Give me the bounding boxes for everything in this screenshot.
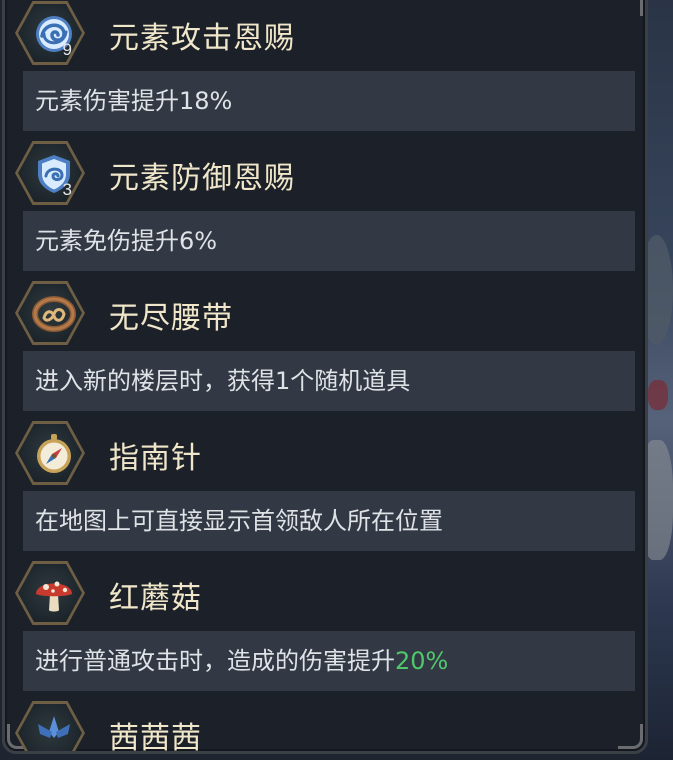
background-figure: [648, 380, 668, 410]
buff-description-highlight: 20%: [395, 647, 449, 675]
buff-icon-frame: 3: [15, 141, 85, 205]
buff-description: 进入新的楼层时，获得1个随机道具: [23, 351, 635, 411]
buff-title: 元素攻击恩赐: [109, 21, 295, 56]
buff-description-text: 元素免伤提升6%: [35, 227, 218, 255]
buff-description-text: 元素伤害提升18%: [35, 87, 233, 115]
red-mushroom-icon: [36, 581, 72, 612]
buff-list-panel[interactable]: 9 元素攻击恩赐 元素伤害提升18% 3 元素防御恩赐 元素免伤提升6% 无尽腰…: [2, 0, 648, 754]
buff-title: 无尽腰带: [109, 301, 233, 336]
buff-header: 9 元素攻击恩赐: [5, 0, 645, 71]
buff-item-element-defense[interactable]: 3 元素防御恩赐 元素免伤提升6%: [5, 139, 645, 271]
buff-header: 无尽腰带: [5, 279, 645, 351]
stack-count: 3: [62, 180, 72, 199]
buff-icon-frame: [15, 281, 85, 345]
buff-description-text: 进行普通攻击时，造成的伤害提升: [35, 647, 395, 675]
buff-description: 元素伤害提升18%: [23, 71, 635, 131]
buff-description: 进行普通攻击时，造成的伤害提升20%: [23, 631, 635, 691]
buff-description-text: 进入新的楼层时，获得1个随机道具: [35, 367, 411, 395]
buff-title: 红蘑菇: [109, 581, 202, 616]
buff-description: 在地图上可直接显示首领敌人所在位置: [23, 491, 635, 551]
buff-header: 3 元素防御恩赐: [5, 139, 645, 211]
buff-header: 指南针: [5, 419, 645, 491]
compass-icon: [37, 434, 71, 473]
stack-count: 9: [62, 40, 72, 59]
belt-icon: [32, 296, 76, 332]
buff-icon-frame: [15, 421, 85, 485]
buff-item-compass[interactable]: 指南针 在地图上可直接显示首领敌人所在位置: [5, 419, 645, 551]
buff-description-text: 在地图上可直接显示首领敌人所在位置: [35, 507, 443, 535]
buff-item-red-mushroom[interactable]: 红蘑菇 进行普通攻击时，造成的伤害提升20%: [5, 559, 645, 691]
buff-title: 元素防御恩赐: [109, 161, 295, 196]
blue-crystal-icon: [38, 716, 70, 738]
buff-icon-frame: [15, 561, 85, 625]
buff-item-endless-belt[interactable]: 无尽腰带 进入新的楼层时，获得1个随机道具: [5, 279, 645, 411]
buff-item-element-attack[interactable]: 9 元素攻击恩赐 元素伤害提升18%: [5, 0, 645, 131]
buff-description: 元素免伤提升6%: [23, 211, 635, 271]
buff-icon-frame: 9: [15, 1, 85, 65]
buff-title: 指南针: [109, 441, 202, 476]
buff-header: 茜茜茜: [5, 699, 645, 754]
buff-header: 红蘑菇: [5, 559, 645, 631]
buff-title: 茜茜茜: [109, 721, 202, 754]
buff-item-partial[interactable]: 茜茜茜: [5, 699, 645, 754]
buff-icon-frame: [15, 701, 85, 751]
